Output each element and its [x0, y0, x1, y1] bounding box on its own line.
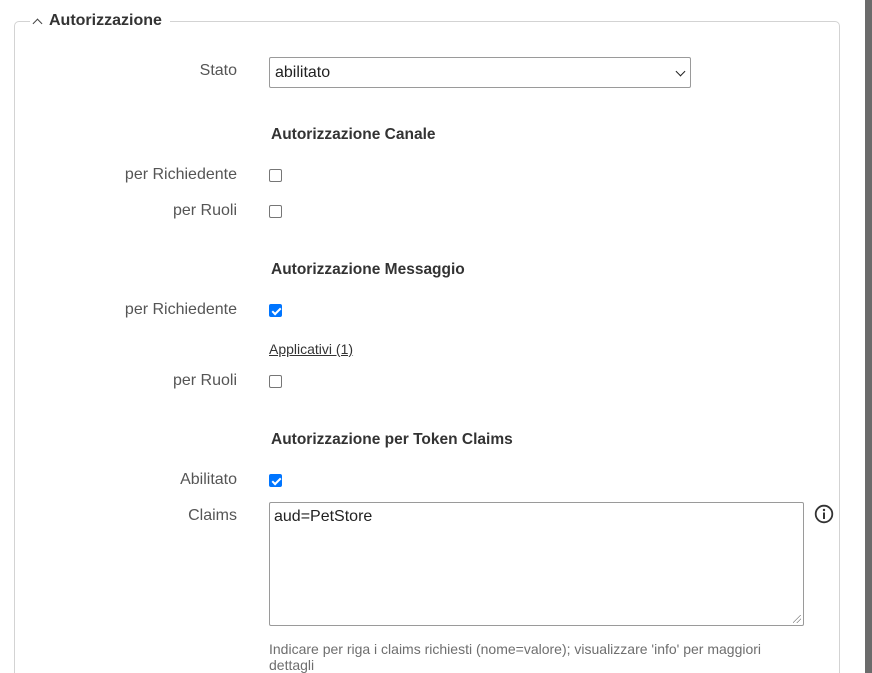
fieldset-title: Autorizzazione: [49, 12, 162, 29]
claims-textarea[interactable]: aud=PetStore: [269, 502, 804, 626]
claims-textarea-value: aud=PetStore: [274, 508, 373, 525]
messaggio-per-ruoli-label: per Ruoli: [172, 372, 237, 389]
canale-per-ruoli-label: per Ruoli: [172, 202, 237, 219]
messaggio-per-richiedente-checkbox[interactable]: [269, 304, 282, 317]
messaggio-per-richiedente-label: per Richiedente: [124, 301, 237, 318]
resize-handle[interactable]: [793, 615, 801, 623]
fieldset-legend-toggle[interactable]: Autorizzazione: [30, 10, 170, 32]
canale-per-richiedente-checkbox[interactable]: [269, 169, 282, 182]
canale-per-richiedente-label: per Richiedente: [124, 166, 237, 183]
section-title-token-claims: Autorizzazione per Token Claims: [271, 431, 513, 448]
canale-per-ruoli-checkbox[interactable]: [269, 205, 282, 218]
token-claims-abilitato-checkbox[interactable]: [269, 474, 282, 487]
stato-label: Stato: [199, 62, 237, 79]
messaggio-per-ruoli-checkbox[interactable]: [269, 375, 282, 388]
info-icon[interactable]: [814, 504, 834, 524]
stato-select[interactable]: abilitato: [269, 57, 691, 88]
section-title-canale: Autorizzazione Canale: [271, 126, 436, 143]
chevron-up-icon: [32, 18, 43, 28]
applicativi-link[interactable]: Applicativi (1): [269, 341, 353, 357]
claims-hint: Indicare per riga i claims richiesti (no…: [269, 641, 762, 673]
claims-label: Claims: [188, 507, 237, 524]
stato-select-value: abilitato: [275, 63, 331, 81]
chevron-down-icon: [675, 66, 686, 77]
page: Autorizzazione Stato abilitato Autorizza…: [0, 0, 872, 673]
token-claims-abilitato-label: Abilitato: [180, 471, 237, 488]
scrollbar[interactable]: [865, 0, 872, 673]
section-title-messaggio: Autorizzazione Messaggio: [271, 261, 465, 278]
